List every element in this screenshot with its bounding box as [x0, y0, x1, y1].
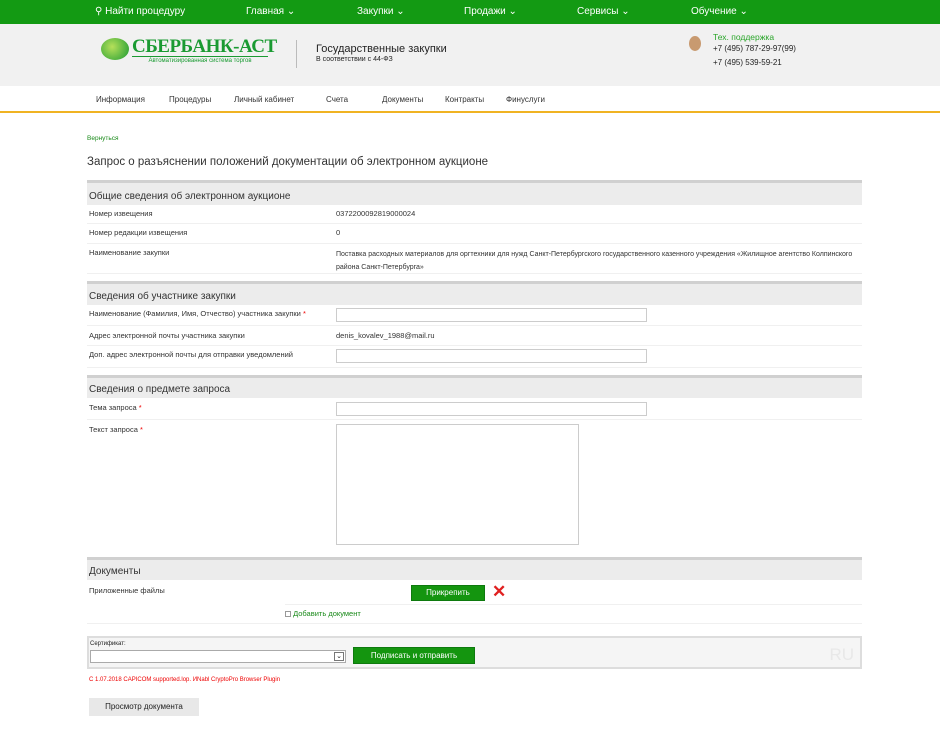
subnav-finservices[interactable]: Финуслуги	[506, 95, 545, 104]
watermark: RU	[829, 645, 854, 664]
section-subtitle: В соответствии с 44-ФЗ	[316, 56, 393, 63]
chevron-down-icon: ⌄	[739, 6, 748, 17]
find-procedure-link[interactable]: ⚲ Найти процедуру	[95, 6, 185, 17]
section-general-header: Общие сведения об электронном аукционе	[87, 180, 862, 205]
plugin-notice: С 1.07.2018 CAPICOM supported.lop. ИNabl…	[89, 677, 281, 683]
section-documents-header: Документы	[87, 557, 862, 580]
sberbank-logo-icon	[101, 38, 129, 60]
subnav-accounts[interactable]: Счета	[326, 95, 348, 104]
nav-purchases[interactable]: Закупки ⌄	[357, 6, 405, 17]
subnav-cabinet[interactable]: Личный кабинет	[234, 95, 294, 104]
divider	[296, 40, 297, 68]
attach-button[interactable]: Прикрепить	[411, 585, 485, 601]
sign-and-send-button[interactable]: Подписать и отправить	[353, 647, 475, 664]
divider	[87, 623, 862, 624]
chevron-down-icon: ⌄	[396, 6, 405, 17]
nav-learning[interactable]: Обучение ⌄	[691, 6, 748, 17]
logo-text[interactable]: СБЕРБАНК-АСТ	[132, 36, 277, 58]
remove-icon[interactable]: ✕	[492, 582, 506, 602]
back-link[interactable]: Вернуться	[87, 135, 119, 142]
divider	[285, 604, 862, 605]
chevron-down-icon: ⌄	[286, 6, 296, 17]
request-text-textarea[interactable]	[336, 424, 579, 545]
participant-email: denis_kovalev_1988@mail.ru	[336, 331, 435, 340]
chevron-down-icon: ⌄	[334, 652, 344, 661]
page-title: Запрос о разъяснении положений документа…	[87, 156, 489, 168]
certificate-panel: Сертификат: ⌄ Подписать и отправить RU	[87, 636, 862, 669]
sub-nav: Информация Процедуры Личный кабинет Счет…	[0, 86, 940, 113]
nav-main[interactable]: Главная ⌄	[246, 6, 295, 17]
subnav-documents[interactable]: Документы	[382, 95, 423, 104]
table-row: Номер редакции извещения 0	[87, 224, 862, 244]
certificate-select[interactable]: ⌄	[90, 650, 346, 663]
table-row: Наименование закупки Поставка расходных м…	[87, 244, 862, 274]
participant-name-input[interactable]	[336, 308, 647, 322]
plus-icon	[285, 611, 291, 618]
table-row: Адрес электронной почты участника закупк…	[87, 326, 862, 346]
section-participant-header: Сведения об участнике закупки	[87, 281, 862, 305]
support-avatar	[689, 36, 701, 51]
chevron-down-icon: ⌄	[621, 6, 630, 17]
section-request-header: Сведения о предмете запроса	[87, 375, 862, 398]
view-document-button[interactable]: Просмотр документа	[89, 698, 199, 716]
subnav-contracts[interactable]: Контракты	[445, 95, 484, 104]
request-subject-input[interactable]	[336, 402, 647, 416]
support-label[interactable]: Тех. поддержка	[713, 32, 774, 42]
nav-sales[interactable]: Продажи ⌄	[464, 6, 517, 17]
nav-services[interactable]: Сервисы ⌄	[577, 6, 630, 17]
header: СБЕРБАНК-АСТ Автоматизированная система …	[0, 24, 940, 86]
table-row: Номер извещения 0372200092819000024	[87, 205, 862, 224]
logo-subtitle: Автоматизированная система торгов	[132, 56, 268, 64]
support-phone-1: +7 (495) 787-29-97(99)	[713, 44, 796, 53]
top-nav: ⚲ Найти процедуру Главная ⌄ Закупки ⌄ Пр…	[0, 0, 940, 24]
search-icon: ⚲	[95, 6, 103, 17]
extra-email-input[interactable]	[336, 349, 647, 363]
add-document-link[interactable]: Добавить документ	[285, 609, 361, 618]
support-phone-2: +7 (495) 539-59-21	[713, 58, 782, 67]
subnav-procedures[interactable]: Процедуры	[169, 95, 211, 104]
section-title: Государственные закупки	[316, 43, 447, 55]
subnav-info[interactable]: Информация	[96, 95, 145, 104]
chevron-down-icon: ⌄	[508, 6, 517, 17]
